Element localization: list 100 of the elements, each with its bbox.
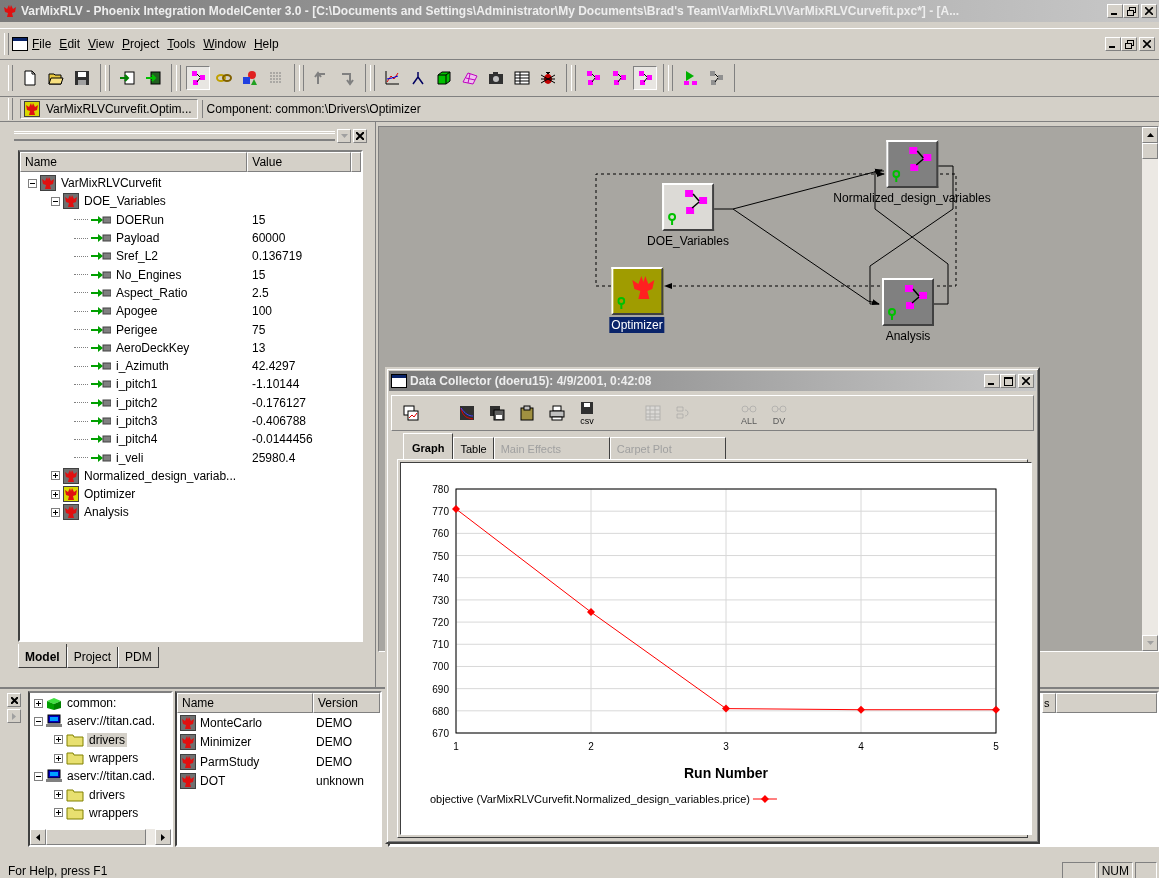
tick-label: 710 [432,639,449,651]
collapse-icon[interactable] [34,716,43,726]
tree-item[interactable]: i_pitch4 [114,432,160,447]
tree-item[interactable]: No_Engines [114,267,184,282]
expand-icon[interactable] [54,808,63,818]
panel-grip[interactable] [14,131,335,141]
tree-item[interactable]: wrappers [87,751,141,766]
tree-item[interactable]: i_pitch3 [114,414,160,428]
expand-icon[interactable] [51,471,60,481]
collapse-icon[interactable] [51,196,60,206]
expand-icon[interactable] [54,735,63,745]
minimize-button[interactable] [1107,4,1123,18]
tree-item[interactable]: Apogee [114,304,160,319]
maximize-button[interactable] [1000,374,1016,388]
tree-item[interactable]: drivers [87,732,127,747]
scroll-thumb[interactable] [1142,143,1158,159]
minimize-button[interactable] [984,374,1000,388]
tree-item[interactable]: DOE_Variables [82,194,168,209]
tree-item[interactable]: i_veli [114,450,146,465]
component-node[interactable] [611,267,663,315]
tree-item[interactable]: Analysis [82,505,131,520]
tree-item[interactable]: aserv://titan.cad. [65,769,158,784]
scroll-right-button[interactable] [155,829,171,845]
chart-save-icon [459,405,475,421]
tree-item[interactable]: DOERun [114,212,167,227]
windows-icon [403,405,419,421]
dropdown-button[interactable] [337,129,351,143]
tree-item[interactable]: Aspect_Ratio [114,285,190,300]
tree-item[interactable]: Optimizer [82,487,138,502]
scroll-thumb[interactable] [46,829,146,845]
tab[interactable]: Project [66,647,119,668]
close-button[interactable] [1139,37,1155,51]
close-button[interactable] [353,129,367,143]
tree-item[interactable]: i_Azimuth [114,359,171,374]
menu-item[interactable]: Edit [55,35,85,53]
tree-item[interactable]: drivers [87,787,127,802]
close-button[interactable] [1141,4,1157,18]
menu-item[interactable]: View [84,35,118,53]
scroll-down-button[interactable] [1142,635,1158,651]
menu-item[interactable]: Help [249,35,283,53]
tab[interactable]: Graph [403,433,454,459]
column-header[interactable]: Name [20,152,248,172]
scroll-left-button[interactable] [30,829,46,845]
expand-icon[interactable] [54,753,63,763]
expand-icon[interactable] [54,790,63,800]
expand-icon[interactable] [34,698,43,708]
tree-item[interactable]: AeroDeckKey [114,340,192,355]
column-header[interactable]: Value [247,152,351,172]
column-header[interactable]: Name [177,693,313,713]
tree-item[interactable]: i_pitch2 [114,395,160,410]
close-button[interactable] [1018,374,1034,388]
expand-icon[interactable] [51,508,60,517]
tree-item[interactable]: Sref_L2 [114,249,161,264]
toolbar-button[interactable]: csv [574,396,600,430]
scroll-up-button[interactable] [1142,127,1158,143]
variable-icon [91,306,111,317]
value-cell: 100 [252,304,273,319]
menu-item[interactable]: Project [117,35,164,53]
tree-item[interactable]: VarMixRLVCurvefit [59,176,164,191]
expand-icon[interactable] [51,489,60,499]
menu-item[interactable]: Window [199,35,250,53]
bird-icon [63,193,79,210]
expand-button[interactable] [7,709,21,723]
folder-icon [66,805,84,820]
tab[interactable]: Table [453,437,494,459]
list-item[interactable]: MonteCarlo [198,715,265,730]
tree-item[interactable]: Payload [114,231,162,246]
list-item[interactable]: Minimizer [198,735,254,750]
menu-item[interactable]: Tools [163,35,200,53]
component-node[interactable] [662,183,714,231]
tab[interactable]: Model [18,644,67,668]
collapse-icon[interactable] [34,771,43,781]
column-header[interactable]: Version [313,693,380,713]
tree-item[interactable]: Normalized_design_variab... [82,468,239,483]
tab[interactable]: PDM [118,647,159,668]
tick-label: 700 [432,661,449,673]
variable-icon [91,251,111,262]
restore-button[interactable] [1121,37,1137,51]
close-button[interactable] [7,693,21,707]
list-item[interactable]: DOT [198,774,228,789]
collapse-icon[interactable] [28,178,37,188]
tree-item[interactable]: Perigee [114,322,160,337]
tree-item[interactable]: aserv://titan.cad. [65,714,158,729]
component-node[interactable] [886,140,938,188]
restore-icon [1126,6,1136,16]
minimize-button[interactable] [1105,37,1121,51]
library-icon [46,696,62,711]
list-item[interactable]: ParmStudy [198,754,262,769]
component-node[interactable] [882,278,934,326]
tree-item[interactable]: common: [65,696,119,711]
node-graph-icon [611,70,627,86]
tree-item[interactable]: wrappers [87,805,141,820]
tree-item[interactable]: i_pitch1 [114,377,160,392]
tick-label: 720 [432,617,449,629]
restore-button[interactable] [1123,4,1139,18]
variable-icon [91,233,111,244]
column-header[interactable]: s [1042,693,1056,713]
component-tab[interactable]: VarMixRLVCurvefit.Optim... [20,99,198,119]
hierarchy-icon [675,405,691,421]
menu-item[interactable]: File [28,35,56,53]
